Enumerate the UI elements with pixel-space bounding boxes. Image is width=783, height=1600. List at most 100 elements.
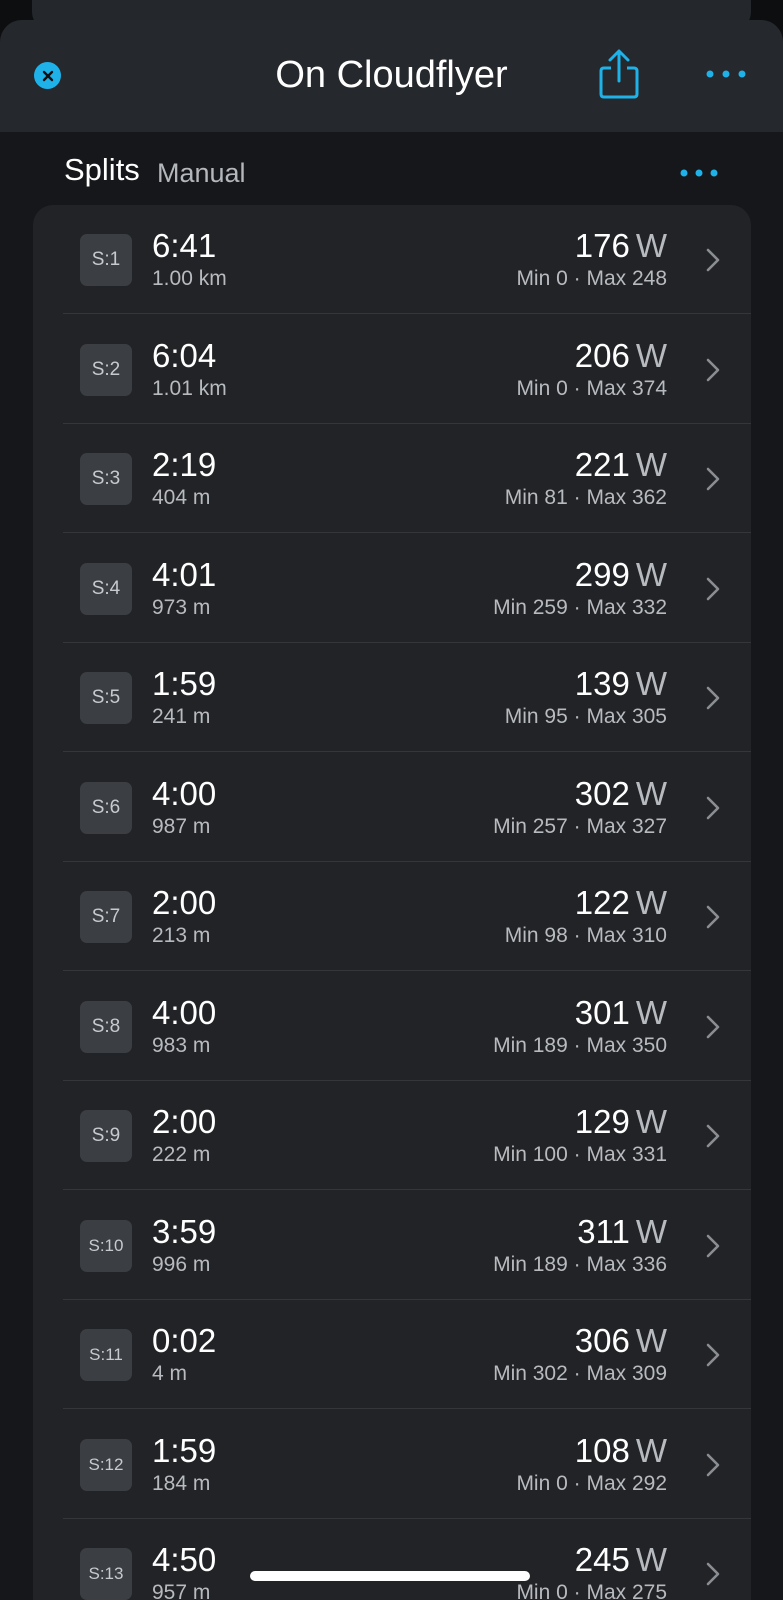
split-power-unit: W xyxy=(635,665,667,702)
split-power-value: 306 xyxy=(574,1322,630,1359)
split-time: 4:00 xyxy=(152,993,217,1031)
split-power-unit: W xyxy=(635,1322,667,1359)
split-power-unit: W xyxy=(635,336,667,374)
split-badge: S:6 xyxy=(80,781,132,834)
split-badge: S:9 xyxy=(80,1110,132,1162)
split-power-unit: W xyxy=(635,1212,667,1250)
split-row[interactable]: S:3 2:19 404 m 221 W Min 81 · Max 362 xyxy=(33,424,751,533)
splits-list: S:1 6:41 1.00 km 176 W Min 0 · Max 248 S:2 6:04… xyxy=(33,205,751,1600)
split-time: 2:19 xyxy=(152,446,217,483)
split-power: 302 W xyxy=(575,774,667,814)
split-power-range: Min 189 · Max 350 xyxy=(493,1033,667,1057)
split-row[interactable]: S:8 4:00 983 m 301 W Min 189 · Max 350 xyxy=(33,972,751,1081)
split-row[interactable]: S:4 4:01 973 m 299 W Min 259 · Max 332 xyxy=(33,534,751,643)
split-distance: 973 m xyxy=(152,595,211,619)
split-power-unit: W xyxy=(635,1431,667,1469)
split-row[interactable]: S:13 4:50 957 m 245 W Min 0 · Max 275 xyxy=(33,1519,751,1600)
split-time: 4:01 xyxy=(152,555,217,593)
split-badge: S:3 xyxy=(80,453,132,505)
chevron-right-icon xyxy=(706,577,720,600)
split-badge: S:2 xyxy=(80,343,132,396)
split-power-range: Min 81 · Max 362 xyxy=(504,486,667,509)
more-options-button[interactable] xyxy=(706,66,746,82)
split-row[interactable]: S:12 1:59 184 m 108 W Min 0 · Max 292 xyxy=(33,1410,751,1519)
chevron-right-icon xyxy=(706,796,720,819)
navigation-header: On Cloudflyer xyxy=(0,20,783,132)
split-row[interactable]: S:5 1:59 241 m 139 W Min 95 · Max 305 xyxy=(33,643,751,752)
split-power-value: 311 xyxy=(577,1212,630,1250)
splits-more-button[interactable] xyxy=(680,166,718,180)
split-time: 3:59 xyxy=(152,1212,217,1250)
split-distance: 996 m xyxy=(152,1252,211,1276)
split-row[interactable]: S:9 2:00 222 m 129 W Min 100 · Max 331 xyxy=(33,1081,751,1190)
split-time: 2:00 xyxy=(152,1103,217,1140)
split-row[interactable]: S:2 6:04 1.01 km 206 W Min 0 · Max 374 xyxy=(33,315,751,424)
close-button[interactable] xyxy=(34,62,61,89)
share-button[interactable] xyxy=(598,48,640,100)
split-distance: 1.00 km xyxy=(152,267,227,290)
split-power-unit: W xyxy=(635,884,667,921)
split-power: 122 W xyxy=(575,883,667,923)
split-distance: 1.01 km xyxy=(152,376,227,400)
split-power-unit: W xyxy=(635,227,667,264)
share-icon xyxy=(599,49,639,99)
split-power: 139 W xyxy=(575,664,667,704)
split-power: 221 W xyxy=(575,445,667,485)
split-power: 311 W xyxy=(577,1212,667,1252)
split-power: 306 W xyxy=(575,1321,667,1361)
chevron-right-icon xyxy=(706,1562,720,1586)
split-badge: S:1 xyxy=(80,234,132,286)
split-power-value: 299 xyxy=(574,555,630,593)
workout-sheet: On Cloudflyer Splits Manual S:1 6:41 1.0… xyxy=(0,20,783,1600)
split-row[interactable]: S:10 3:59 996 m 311 W Min 189 · Max 336 xyxy=(33,1191,751,1300)
split-power-value: 129 xyxy=(574,1103,630,1140)
split-badge: S:7 xyxy=(80,891,132,943)
split-power-unit: W xyxy=(635,1103,667,1140)
split-power-unit: W xyxy=(635,993,667,1031)
split-power-value: 176 xyxy=(574,227,630,264)
split-power-value: 122 xyxy=(574,884,630,921)
split-distance: 404 m xyxy=(152,486,211,509)
split-power: 176 W xyxy=(575,226,667,266)
split-power: 206 W xyxy=(575,336,667,376)
split-distance: 213 m xyxy=(152,924,211,947)
split-badge: S:5 xyxy=(80,672,132,724)
split-distance: 184 m xyxy=(152,1471,211,1495)
split-time: 6:04 xyxy=(152,336,217,374)
split-power-range: Min 95 · Max 305 xyxy=(504,705,667,728)
split-row[interactable]: S:7 2:00 213 m 122 W Min 98 · Max 310 xyxy=(33,862,751,971)
chevron-right-icon xyxy=(706,1124,720,1148)
chevron-right-icon xyxy=(706,905,720,929)
split-power: 301 W xyxy=(575,993,667,1033)
home-indicator xyxy=(250,1571,530,1581)
split-power-range: Min 189 · Max 336 xyxy=(493,1252,667,1276)
chevron-right-icon xyxy=(706,686,720,710)
split-power-value: 245 xyxy=(574,1541,630,1578)
split-power-unit: W xyxy=(635,446,667,483)
split-row[interactable]: S:6 4:00 987 m 302 W Min 257 · Max 327 xyxy=(33,753,751,862)
split-badge: S:11 xyxy=(80,1329,132,1381)
split-power: 129 W xyxy=(575,1102,667,1142)
split-time: 4:00 xyxy=(152,774,217,812)
split-power-value: 108 xyxy=(574,1431,630,1469)
split-power: 245 W xyxy=(575,1540,667,1580)
split-distance: 241 m xyxy=(152,705,211,728)
split-power-range: Min 0 · Max 374 xyxy=(516,376,667,400)
split-distance: 957 m xyxy=(152,1581,211,1600)
split-row[interactable]: S:11 0:02 4 m 306 W Min 302 · Max 309 xyxy=(33,1300,751,1409)
chevron-right-icon xyxy=(706,467,720,491)
split-power-range: Min 302 · Max 309 xyxy=(493,1362,667,1385)
more-horizontal-icon xyxy=(680,169,718,177)
split-time: 1:59 xyxy=(152,665,217,702)
split-power-unit: W xyxy=(635,555,667,593)
split-power-value: 139 xyxy=(574,665,630,702)
split-row[interactable]: S:1 6:41 1.00 km 176 W Min 0 · Max 248 xyxy=(33,205,751,314)
split-power-range: Min 259 · Max 332 xyxy=(493,595,667,619)
chevron-right-icon xyxy=(706,1453,720,1476)
split-power-value: 221 xyxy=(574,446,630,483)
split-distance: 4 m xyxy=(152,1362,188,1385)
split-power-range: Min 257 · Max 327 xyxy=(493,814,667,838)
split-power-value: 301 xyxy=(574,993,630,1031)
split-power-value: 206 xyxy=(574,336,630,374)
split-power-unit: W xyxy=(635,1541,667,1578)
